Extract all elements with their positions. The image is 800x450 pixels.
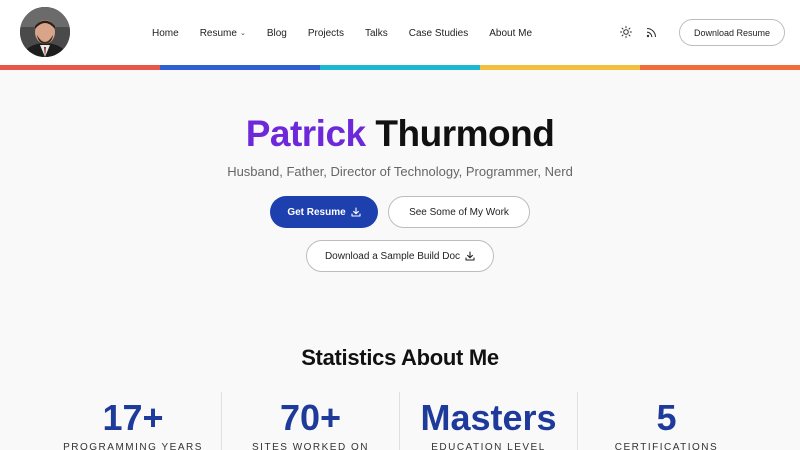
download-icon — [465, 251, 475, 261]
stat-label: PROGRAMMING YEARS — [63, 442, 203, 450]
nav-resume-label: Resume — [199, 27, 237, 39]
main-nav: Home Resume ⌄ Blog Projects Talks Case St… — [152, 25, 553, 41]
stats-heading: Statistics About Me — [301, 345, 499, 370]
nav-about-me-label: About Me — [489, 27, 533, 39]
nav-blog[interactable]: Blog — [267, 28, 287, 39]
download-sample-doc-button[interactable]: Download a Sample Build Doc — [306, 240, 494, 272]
rss-icon[interactable] — [643, 24, 659, 40]
stat-label: SITES WORKED ON — [252, 442, 369, 450]
stat-sites-worked-on: 70+ SITES WORKED ON — [221, 392, 399, 450]
avatar[interactable] — [20, 7, 70, 57]
accent-segment — [0, 65, 160, 70]
download-icon — [351, 207, 361, 217]
stats-row: 17+ PROGRAMMING YEARS 70+ SITES WORKED O… — [45, 392, 755, 450]
accent-segment — [160, 65, 320, 70]
nav-talks[interactable]: Talks — [365, 28, 388, 39]
nav-blog-label: Blog — [266, 27, 287, 39]
stat-value: 70+ — [279, 397, 342, 438]
accent-segment — [320, 65, 480, 70]
profile-photo — [20, 7, 70, 57]
sample-doc-label: Download a Sample Build Doc — [324, 250, 461, 262]
get-resume-label: Get Resume — [287, 206, 346, 218]
nav-about-me[interactable]: About Me — [489, 28, 532, 39]
chevron-down-icon: ⌄ — [239, 30, 246, 37]
get-resume-button[interactable]: Get Resume — [270, 196, 378, 228]
accent-segment — [640, 65, 800, 70]
hero-title: Patrick Thurmond — [0, 113, 800, 155]
stat-label: CERTIFICATIONS — [614, 442, 719, 450]
hero-subtitle: Husband, Father, Director of Technology,… — [227, 164, 573, 179]
nav-case-studies[interactable]: Case Studies — [409, 28, 468, 39]
hero-first-name: Patrick — [245, 113, 366, 154]
stat-certifications: 5 CERTIFICATIONS — [577, 392, 755, 450]
see-work-button[interactable]: See Some of My Work — [388, 196, 530, 228]
download-resume-button[interactable]: Download Resume — [679, 19, 785, 46]
accent-color-bar — [0, 65, 800, 70]
stat-value: 5 — [656, 397, 677, 438]
see-work-label: See Some of My Work — [409, 206, 509, 218]
nav-resume[interactable]: Resume ⌄ — [200, 28, 246, 39]
stat-value: Masters — [420, 397, 557, 438]
nav-home-label: Home — [152, 27, 179, 39]
stat-education-level: Masters EDUCATION LEVEL — [399, 392, 577, 450]
stat-value: 17+ — [102, 397, 164, 438]
nav-projects[interactable]: Projects — [308, 28, 344, 39]
site-header: Home Resume ⌄ Blog Projects Talks Case St… — [0, 0, 800, 65]
sun-icon[interactable] — [618, 24, 634, 40]
accent-segment — [480, 65, 640, 70]
nav-talks-label: Talks — [364, 27, 388, 39]
hero-last-name: Thurmond — [375, 113, 555, 154]
nav-case-studies-label: Case Studies — [408, 27, 469, 39]
nav-projects-label: Projects — [307, 27, 344, 39]
stat-label: EDUCATION LEVEL — [431, 442, 546, 450]
nav-home[interactable]: Home — [152, 28, 179, 39]
stat-programming-years: 17+ PROGRAMMING YEARS — [45, 392, 221, 450]
